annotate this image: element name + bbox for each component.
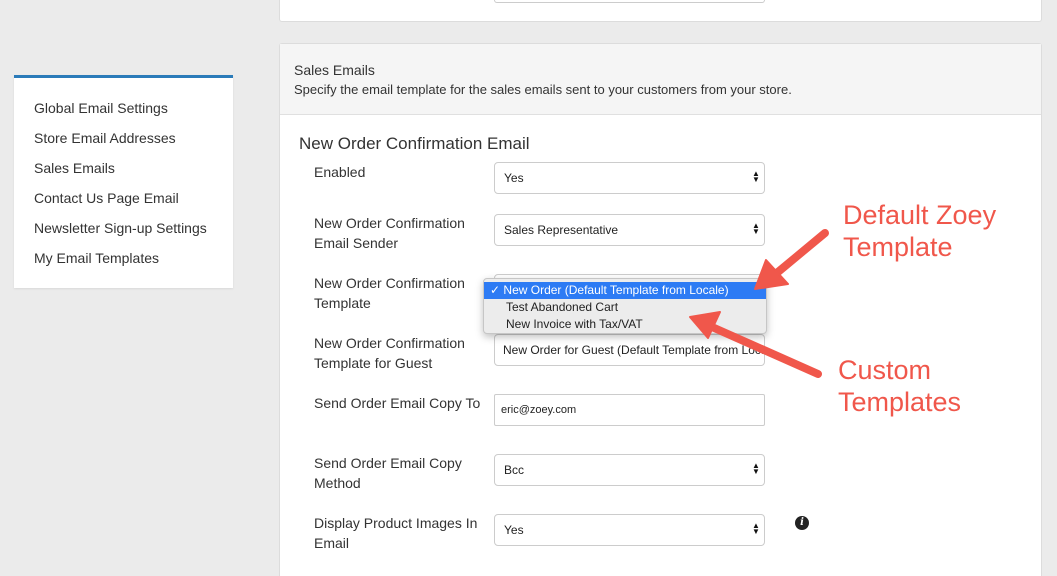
annotation-default-template: Default Zoey Template [843,199,996,263]
copy-method-select[interactable]: Bcc ▲ ▼ [494,454,765,486]
sidebar-item-newsletter-signup-settings[interactable]: Newsletter Sign-up Settings [14,219,233,249]
dropdown-option-new-order-default[interactable]: ✓ New Order (Default Template from Local… [484,282,766,299]
previous-section-card [279,0,1042,22]
dropdown-option-new-invoice-tax-vat[interactable]: New Invoice with Tax/VAT [484,316,766,333]
copy-to-input[interactable]: eric@zoey.com [494,394,765,426]
enabled-value: Yes [504,171,524,185]
guest-template-value: New Order for Guest (Default Template fr… [503,343,765,357]
enabled-label: Enabled [314,164,366,180]
annotation-custom-line2: Templates [838,387,962,417]
sender-select[interactable]: Sales Representative ▲ ▼ [494,214,765,246]
checkmark-icon: ✓ [490,283,501,297]
enabled-select[interactable]: Yes ▲ ▼ [494,162,765,194]
product-images-value: Yes [504,523,524,537]
previous-section-input[interactable] [494,0,765,3]
sidebar-item-my-email-templates[interactable]: My Email Templates [14,249,233,279]
copy-to-label: Send Order Email Copy To [314,395,481,411]
section-title: Sales Emails [294,62,375,78]
guest-template-select[interactable]: New Order for Guest (Default Template fr… [494,334,765,366]
sidebar-item-global-email-settings[interactable]: Global Email Settings [14,99,233,129]
sender-label: New Order Confirmation Email Sender [314,215,465,251]
annotation-default-line1: Default Zoey [843,200,997,230]
select-arrows-icon: ▲ ▼ [752,521,760,536]
sidebar-item-store-email-addresses[interactable]: Store Email Addresses [14,129,233,159]
guest-template-label: New Order Confirmation Template for Gues… [314,335,465,371]
product-images-label: Display Product Images In Email [314,515,478,551]
select-arrows-icon: ▲ ▼ [752,169,760,184]
annotation-custom-templates: Custom Templates [838,354,961,418]
sidebar-item-sales-emails[interactable]: Sales Emails [14,159,233,189]
copy-method-label: Send Order Email Copy Method [314,455,462,491]
product-images-select[interactable]: Yes ▲ ▼ [494,514,765,546]
annotation-custom-line1: Custom [838,355,932,385]
annotation-default-line2: Template [843,232,953,262]
dropdown-option-label: Test Abandoned Cart [506,300,619,314]
dropdown-option-test-abandoned-cart[interactable]: Test Abandoned Cart [484,299,766,316]
template-label: New Order Confirmation Template [314,275,465,311]
template-dropdown-menu: ✓ New Order (Default Template from Local… [483,278,767,334]
info-icon[interactable]: i [795,516,809,530]
section-description: Specify the email template for the sales… [294,82,792,97]
select-arrows-icon: ▲ ▼ [752,461,760,476]
sender-value: Sales Representative [504,223,619,237]
select-arrows-icon: ▲ ▼ [752,221,760,236]
email-settings-sidebar: Global Email Settings Store Email Addres… [14,75,233,288]
copy-method-value: Bcc [504,463,525,477]
dropdown-option-label: New Invoice with Tax/VAT [506,317,643,331]
sidebar-item-contact-us-page-email[interactable]: Contact Us Page Email [14,189,233,219]
group-title: New Order Confirmation Email [299,134,530,153]
section-header: Sales Emails Specify the email template … [280,44,1041,115]
dropdown-option-label: New Order (Default Template from Locale) [503,283,729,297]
